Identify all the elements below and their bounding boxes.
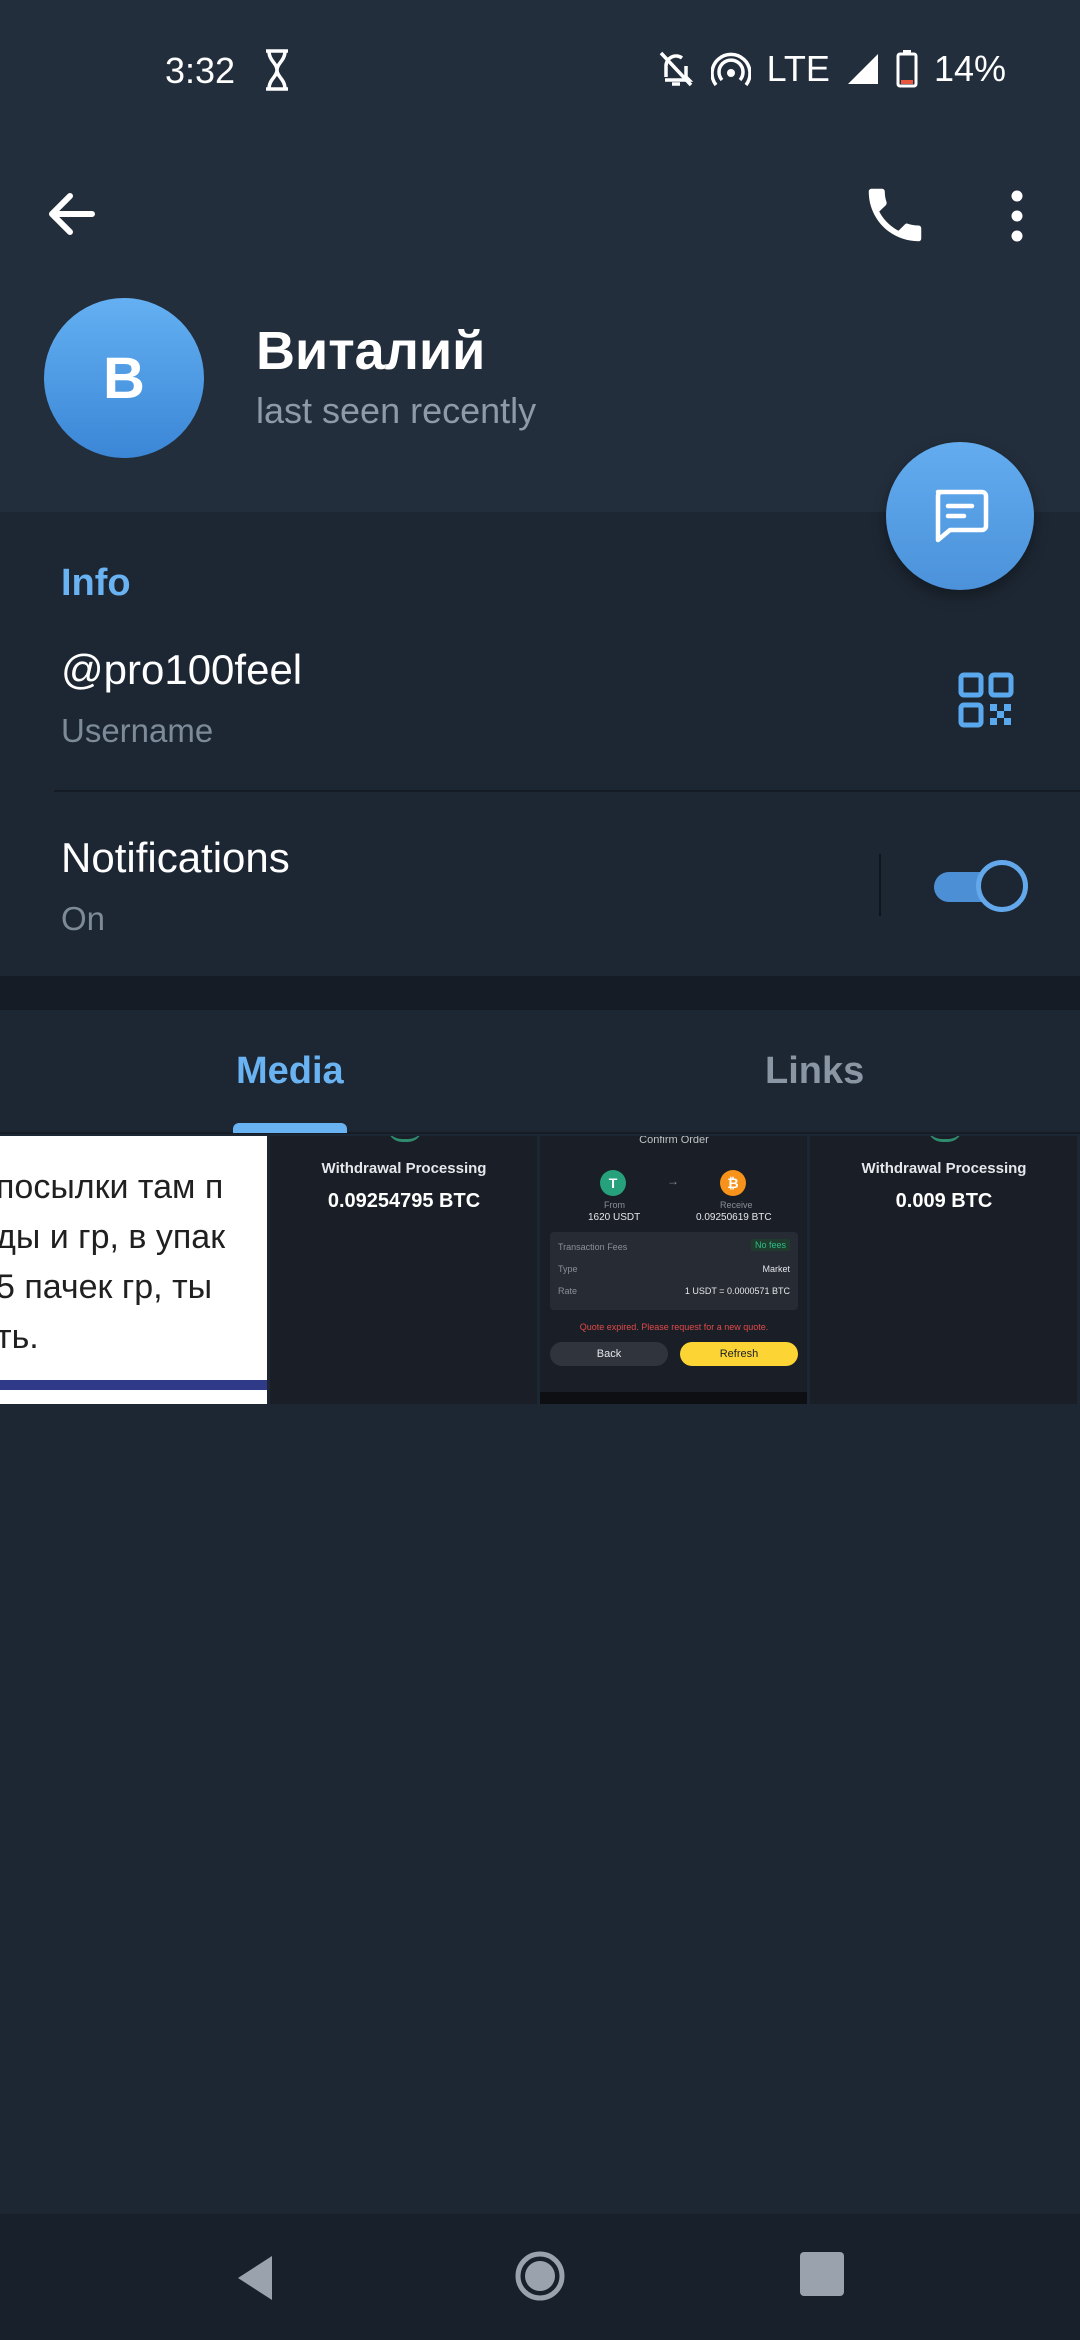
rate-value: 1 USDT = 0.0000571 BTC — [684, 1286, 790, 1296]
thumbnail-title: Confirm Order — [639, 1136, 709, 1146]
notifications-label[interactable]: Notifications — [61, 834, 290, 882]
network-type: LTE — [766, 48, 830, 89]
more-vertical-icon — [1011, 190, 1023, 242]
media-empty-area — [0, 1404, 1080, 2214]
from-value: 1620 USDT — [588, 1212, 641, 1223]
toggle-knob — [976, 860, 1028, 912]
from-label: From — [604, 1200, 625, 1210]
hourglass-icon — [262, 48, 292, 92]
info-section: Info @pro100feel Username Notifications … — [0, 512, 1080, 976]
fees-label: Transaction Fees — [558, 1242, 628, 1252]
back-arrow-icon — [49, 193, 95, 235]
system-nav-bar — [0, 2214, 1080, 2340]
media-thumbnail[interactable]: Withdrawal Processing 0.09254795 BTC — [270, 1136, 537, 1404]
tab-links[interactable]: Links — [765, 1050, 864, 1093]
nav-recents-icon[interactable] — [800, 2252, 844, 2296]
rate-label: Rate — [558, 1286, 578, 1296]
thumbnail-bar — [0, 1380, 267, 1390]
more-options-button[interactable] — [990, 180, 1044, 250]
divider — [54, 790, 1080, 792]
media-thumbnail[interactable]: Withdrawal Processing 0.009 BTC — [810, 1136, 1077, 1404]
tab-indicator — [233, 1123, 347, 1133]
thumbnail-text: посылки там п ды и гр, в упак 5 пачек гр… — [0, 1168, 226, 1356]
expired-text: Quote expired. Please request for a new … — [579, 1322, 769, 1332]
nav-home-icon[interactable] — [512, 2248, 568, 2304]
call-button[interactable] — [860, 180, 930, 250]
bell-off-icon — [657, 49, 695, 89]
info-heading: Info — [61, 562, 131, 604]
back-button[interactable] — [40, 182, 104, 246]
thumbnail-label: Withdrawal Processing — [321, 1160, 487, 1177]
thumbnail-arc — [388, 1136, 422, 1142]
type-value: Market — [762, 1264, 790, 1274]
username-value[interactable]: @pro100feel — [61, 646, 302, 694]
usdt-icon: T — [600, 1170, 626, 1196]
message-icon — [935, 489, 989, 543]
avatar[interactable]: В — [44, 298, 204, 458]
battery-percent: 14% — [933, 48, 1006, 89]
notifications-divider — [879, 854, 881, 916]
media-tabs: Media Links — [0, 1010, 1080, 1134]
to-value: 0.09250619 BTC — [696, 1212, 772, 1223]
notifications-toggle[interactable] — [934, 860, 1028, 912]
username-label: Username — [61, 712, 214, 749]
thumbnail-refresh-label: Refresh — [680, 1342, 798, 1366]
signal-icon — [846, 52, 880, 86]
nav-back-icon[interactable] — [228, 2250, 284, 2306]
notifications-value: On — [61, 900, 106, 937]
status-bar: 3:32 LTE 14% — [0, 38, 1080, 104]
qr-code-icon[interactable] — [958, 672, 1014, 728]
thumbnail-value: 0.09254795 BTC — [327, 1190, 481, 1212]
toolbar — [0, 170, 1080, 270]
thumbnail-value: 0.009 BTC — [895, 1190, 993, 1212]
phone-icon — [868, 188, 922, 242]
thumbnail-navbar — [540, 1392, 807, 1404]
status-time: 3:32 — [165, 50, 236, 91]
battery-icon — [896, 50, 918, 88]
type-label: Type — [558, 1264, 578, 1274]
profile-name: Виталий — [256, 321, 486, 381]
thumbnail-back-label: Back — [550, 1342, 668, 1366]
media-thumbnail[interactable]: посылки там п ды и гр, в упак 5 пачек гр… — [0, 1136, 267, 1404]
thumbnail-arc — [928, 1136, 962, 1142]
profile-header: 3:32 LTE 14% В Виталий last seen recentl… — [0, 0, 1080, 512]
fees-value: No fees — [750, 1239, 790, 1251]
profile-status: last seen recently — [256, 390, 537, 431]
status-icons: LTE 14% — [657, 48, 1006, 90]
section-separator — [0, 976, 1080, 1010]
media-thumbnail[interactable]: Confirm Order T → ₿ From 1620 USDT Recei… — [540, 1136, 807, 1404]
tab-media[interactable]: Media — [236, 1050, 344, 1093]
order-details-panel: Transaction Fees No fees Type Market Rat… — [550, 1232, 798, 1310]
hotspot-icon — [710, 49, 751, 89]
message-button[interactable] — [886, 442, 1034, 590]
arrow-right-icon: → — [667, 1174, 679, 1188]
bitcoin-icon: ₿ — [720, 1170, 746, 1196]
thumbnail-label: Withdrawal Processing — [861, 1160, 1027, 1177]
media-grid: посылки там п ды и гр, в упак 5 пачек гр… — [0, 1136, 1080, 1404]
to-label: Receive — [720, 1200, 753, 1210]
